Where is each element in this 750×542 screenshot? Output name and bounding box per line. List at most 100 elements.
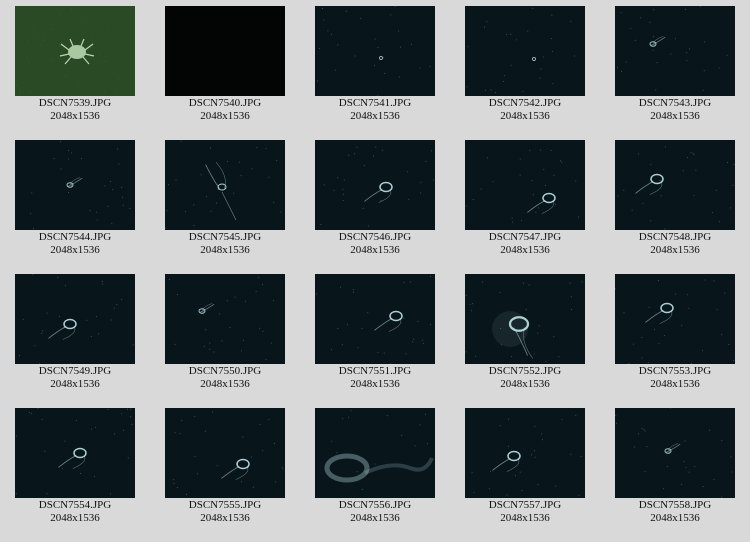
thumbnail-item[interactable]: DSCN7558.JPG 2048x1536 (600, 402, 750, 536)
jellyfish-icon (15, 274, 135, 364)
thumbnail-filename: DSCN7548.JPG (638, 231, 712, 243)
speck-icon (465, 6, 585, 96)
thumbnail-dimensions: 2048x1536 (500, 378, 550, 390)
thumbnail-dimensions: 2048x1536 (50, 110, 100, 122)
thumbnail-image[interactable] (465, 6, 585, 96)
jellyfish-icon (15, 408, 135, 498)
thumbnail-dimensions: 2048x1536 (50, 378, 100, 390)
thumbnail-filename: DSCN7554.JPG (38, 499, 112, 511)
thumbnail-filename: DSCN7556.JPG (338, 499, 412, 511)
thumbnail-filename: DSCN7541.JPG (338, 97, 412, 109)
thumbnail-image[interactable] (165, 140, 285, 230)
thumbnail-item[interactable]: DSCN7547.JPG 2048x1536 (450, 134, 600, 268)
thumbnail-item[interactable]: DSCN7553.JPG 2048x1536 (600, 268, 750, 402)
thumbnail-filename: DSCN7547.JPG (488, 231, 562, 243)
thumbnail-dimensions: 2048x1536 (350, 110, 400, 122)
jellyfish-icon (315, 274, 435, 364)
thumbnail-item[interactable]: DSCN7555.JPG 2048x1536 (150, 402, 300, 536)
thumbnail-filename: DSCN7552.JPG (488, 365, 562, 377)
thumbnail-dimensions: 2048x1536 (500, 244, 550, 256)
thumbnail-dimensions: 2048x1536 (650, 512, 700, 524)
thumbnail-filename: DSCN7553.JPG (638, 365, 712, 377)
crab-icon (15, 6, 135, 96)
jellyfish-icon (165, 408, 285, 498)
empty-frame-icon (165, 6, 285, 96)
thumbnail-item[interactable]: DSCN7545.JPG 2048x1536 (150, 134, 300, 268)
thumbnail-item[interactable]: DSCN7540.JPG 2048x1536 (150, 0, 300, 134)
thumbnail-item[interactable]: DSCN7557.JPG 2048x1536 (450, 402, 600, 536)
thumbnail-image[interactable] (15, 140, 135, 230)
thumbnail-image[interactable] (315, 408, 435, 498)
thumbnail-item[interactable]: DSCN7539.JPG 2048x1536 (0, 0, 150, 134)
jellyfish-icon (465, 274, 585, 364)
thumbnail-dimensions: 2048x1536 (200, 378, 250, 390)
thumbnail-image[interactable] (615, 408, 735, 498)
thumbnail-dimensions: 2048x1536 (500, 512, 550, 524)
thumbnail-dimensions: 2048x1536 (200, 512, 250, 524)
thumbnail-filename: DSCN7540.JPG (188, 97, 262, 109)
thumbnail-image[interactable] (615, 6, 735, 96)
jellyfish-icon (315, 408, 435, 498)
thumbnail-filename: DSCN7550.JPG (188, 365, 262, 377)
thumbnail-image[interactable] (165, 6, 285, 96)
thumbnail-item[interactable]: DSCN7551.JPG 2048x1536 (300, 268, 450, 402)
thumbnail-image[interactable] (15, 408, 135, 498)
thumbnail-filename: DSCN7555.JPG (188, 499, 262, 511)
thumbnail-image[interactable] (465, 140, 585, 230)
speck-icon (315, 6, 435, 96)
thumbnail-image[interactable] (615, 140, 735, 230)
thumbnail-image[interactable] (615, 274, 735, 364)
jellyfish-icon (315, 140, 435, 230)
thumbnail-image[interactable] (15, 6, 135, 96)
thumbnail-image[interactable] (315, 274, 435, 364)
jellyfish-icon (615, 140, 735, 230)
thumbnail-gallery: DSCN7539.JPG 2048x1536 DSCN7540.JPG 2048x15… (0, 0, 750, 542)
thumbnail-filename: DSCN7545.JPG (188, 231, 262, 243)
thumbnail-dimensions: 2048x1536 (200, 110, 250, 122)
thumbnail-filename: DSCN7542.JPG (488, 97, 562, 109)
thumbnail-dimensions: 2048x1536 (650, 378, 700, 390)
thumbnail-item[interactable]: DSCN7546.JPG 2048x1536 (300, 134, 450, 268)
thumbnail-image[interactable] (465, 274, 585, 364)
thumbnail-image[interactable] (315, 140, 435, 230)
jellyfish-icon (615, 6, 735, 96)
thumbnail-filename: DSCN7544.JPG (38, 231, 112, 243)
thumbnail-item[interactable]: DSCN7544.JPG 2048x1536 (0, 134, 150, 268)
thumbnail-filename: DSCN7539.JPG (38, 97, 112, 109)
jellyfish-icon (165, 274, 285, 364)
thumbnail-dimensions: 2048x1536 (200, 244, 250, 256)
jellyfish-icon (15, 140, 135, 230)
thumbnail-dimensions: 2048x1536 (350, 244, 400, 256)
thumbnail-item[interactable]: DSCN7550.JPG 2048x1536 (150, 268, 300, 402)
thumbnail-filename: DSCN7543.JPG (638, 97, 712, 109)
thumbnail-item[interactable]: DSCN7549.JPG 2048x1536 (0, 268, 150, 402)
thumbnail-dimensions: 2048x1536 (350, 512, 400, 524)
thumbnail-image[interactable] (165, 274, 285, 364)
thumbnail-filename: DSCN7546.JPG (338, 231, 412, 243)
thumbnail-image[interactable] (315, 6, 435, 96)
thumbnail-image[interactable] (465, 408, 585, 498)
jellyfish-icon (615, 408, 735, 498)
thumbnail-item[interactable]: DSCN7552.JPG 2048x1536 (450, 268, 600, 402)
thumbnail-dimensions: 2048x1536 (350, 378, 400, 390)
jellyfish-icon (615, 274, 735, 364)
thumbnail-image[interactable] (15, 274, 135, 364)
thumbnail-filename: DSCN7558.JPG (638, 499, 712, 511)
jellyfish-icon (465, 408, 585, 498)
thumbnail-filename: DSCN7549.JPG (38, 365, 112, 377)
thumbnail-dimensions: 2048x1536 (500, 110, 550, 122)
jellyfish-icon (465, 140, 585, 230)
thumbnail-filename: DSCN7551.JPG (338, 365, 412, 377)
thumbnail-item[interactable]: DSCN7556.JPG 2048x1536 (300, 402, 450, 536)
thumbnail-item[interactable]: DSCN7541.JPG 2048x1536 (300, 0, 450, 134)
thumbnail-image[interactable] (165, 408, 285, 498)
thumbnail-dimensions: 2048x1536 (650, 244, 700, 256)
thumbnail-dimensions: 2048x1536 (650, 110, 700, 122)
thumbnail-filename: DSCN7557.JPG (488, 499, 562, 511)
thumbnail-item[interactable]: DSCN7548.JPG 2048x1536 (600, 134, 750, 268)
thumbnail-item[interactable]: DSCN7543.JPG 2048x1536 (600, 0, 750, 134)
thumbnail-item[interactable]: DSCN7554.JPG 2048x1536 (0, 402, 150, 536)
thumbnail-item[interactable]: DSCN7542.JPG 2048x1536 (450, 0, 600, 134)
thumbnail-dimensions: 2048x1536 (50, 244, 100, 256)
thumbnail-dimensions: 2048x1536 (50, 512, 100, 524)
